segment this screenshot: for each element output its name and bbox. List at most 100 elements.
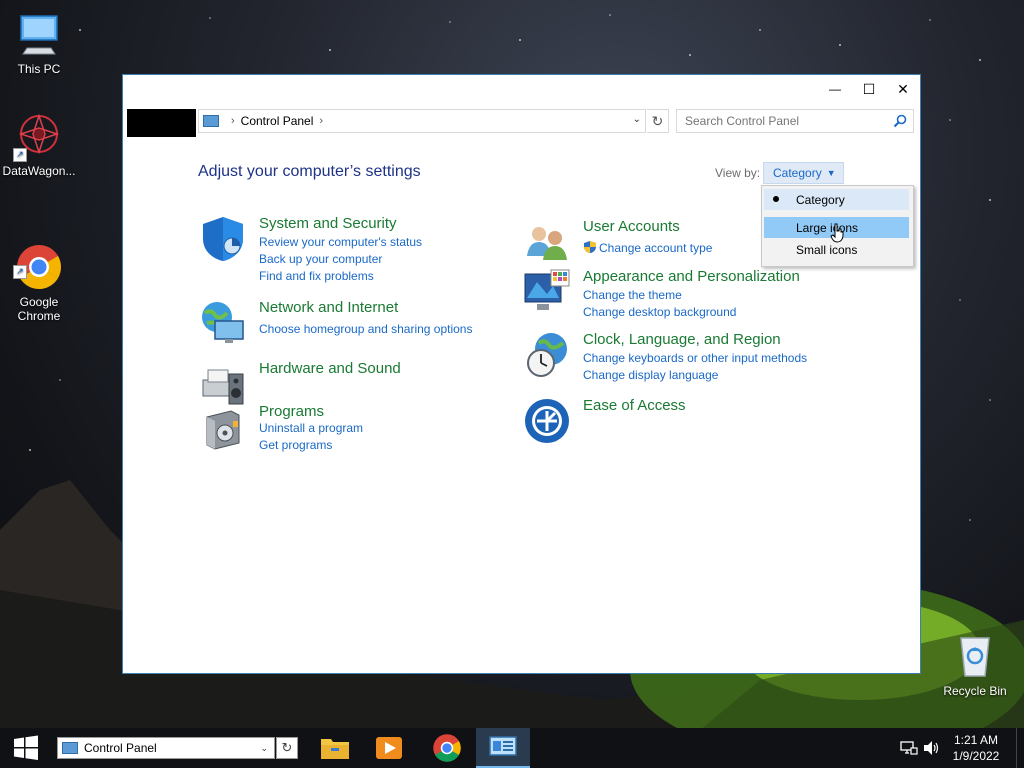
menu-item-category[interactable]: Category xyxy=(764,189,909,210)
taskbar-file-explorer[interactable] xyxy=(308,728,362,768)
category-link[interactable]: Change the theme xyxy=(583,288,682,302)
taskbar-address-toolbar[interactable]: Control Panel ⌄ xyxy=(57,737,275,759)
computer-icon xyxy=(15,10,63,58)
breadcrumb-control-panel[interactable]: Control Panel xyxy=(241,114,314,128)
category-title[interactable]: Appearance and Personalization xyxy=(583,268,800,285)
view-by-label: View by: xyxy=(715,166,761,180)
category-title[interactable]: Programs xyxy=(259,403,324,420)
category-link[interactable]: Uninstall a program xyxy=(259,421,363,435)
network-globe-icon xyxy=(199,299,247,347)
windows-logo-icon xyxy=(14,735,38,760)
taskbar-control-panel[interactable] xyxy=(476,728,530,768)
desktop-icon-datawagon[interactable]: ↗ DataWagon... xyxy=(0,112,78,178)
desktop-icon-label: This PC xyxy=(17,62,61,76)
shield-icon xyxy=(199,215,247,263)
selected-bullet-icon xyxy=(773,196,779,202)
category-programs: Programs Uninstall a program Get program… xyxy=(199,403,519,463)
close-button[interactable]: ✕ xyxy=(886,75,920,103)
search-box[interactable] xyxy=(676,109,914,133)
address-dropdown-icon[interactable]: ⌄ xyxy=(633,114,641,125)
desktop-icon-label: Google Chrome xyxy=(17,295,61,323)
category-link[interactable]: Get programs xyxy=(259,438,332,452)
category-clock-language-region: Clock, Language, and Region Change keybo… xyxy=(523,331,843,391)
chrome-icon: ↗ xyxy=(13,229,63,289)
breadcrumb-separator-icon[interactable]: › xyxy=(231,115,235,127)
category-link[interactable]: Change display language xyxy=(583,368,718,382)
desktop-icon-label: DataWagon... xyxy=(2,164,76,178)
category-ease-of-access: Ease of Access xyxy=(523,397,843,447)
taskbar-chrome[interactable] xyxy=(420,728,474,768)
start-button[interactable] xyxy=(0,728,52,768)
redacted-region xyxy=(127,109,196,137)
chrome-icon xyxy=(433,734,461,762)
category-appearance-and-personalization: Appearance and Personalization Change th… xyxy=(523,268,843,328)
category-link[interactable]: Choose homegroup and sharing options xyxy=(259,322,472,336)
refresh-icon: ↻ xyxy=(651,112,664,129)
shortcut-arrow-icon: ↗ xyxy=(13,265,27,279)
maximize-button[interactable]: ☐ xyxy=(852,75,886,103)
hand-cursor-icon xyxy=(830,223,844,243)
folder-icon xyxy=(321,739,349,759)
desktop-icon-recycle-bin[interactable]: Recycle Bin xyxy=(936,632,1014,698)
show-desktop-button[interactable] xyxy=(1016,728,1024,768)
address-row: › Control Panel › ⌄ ↻ xyxy=(127,109,914,137)
category-link[interactable]: Back up your computer xyxy=(259,252,382,266)
control-panel-icon xyxy=(203,115,219,127)
system-clock[interactable]: 1:21 AM 1/9/2022 xyxy=(944,732,1008,764)
window-controls: — ☐ ✕ xyxy=(818,75,920,103)
network-icon[interactable] xyxy=(900,740,918,759)
category-title[interactable]: Network and Internet xyxy=(259,299,398,316)
category-title[interactable]: User Accounts xyxy=(583,218,680,235)
desktop-icon-google-chrome[interactable]: ↗ Google Chrome xyxy=(0,215,78,337)
category-title[interactable]: Hardware and Sound xyxy=(259,360,401,377)
view-by-dropdown[interactable]: Category ▼ xyxy=(763,162,844,184)
desktop-icon-this-pc[interactable]: This PC xyxy=(0,10,78,76)
taskbar-media-player[interactable] xyxy=(362,728,416,768)
category-title[interactable]: Ease of Access xyxy=(583,397,686,414)
category-system-and-security: System and Security Review your computer… xyxy=(199,215,519,285)
clock-time: 1:21 AM xyxy=(953,733,999,747)
shortcut-arrow-icon: ↗ xyxy=(13,148,27,162)
page-title: Adjust your computer’s settings xyxy=(198,163,421,180)
menu-item-label: Large icons xyxy=(796,220,859,235)
category-title[interactable]: System and Security xyxy=(259,215,397,232)
refresh-icon: ↻ xyxy=(281,740,293,755)
control-panel-icon xyxy=(62,742,78,754)
ease-of-access-icon xyxy=(523,397,571,445)
breadcrumb-separator-icon[interactable]: › xyxy=(319,115,323,127)
desktop-icon-label: Recycle Bin xyxy=(943,684,1007,698)
address-bar[interactable]: › Control Panel › ⌄ xyxy=(198,109,646,133)
recycle-bin-icon xyxy=(951,632,999,680)
datawagon-logo-icon: ↗ xyxy=(13,112,63,162)
chevron-down-icon[interactable]: ⌄ xyxy=(260,743,268,754)
category-link[interactable]: Change account type xyxy=(599,241,712,255)
control-panel-window: — ☐ ✕ › Control Panel › ⌄ ↻ Adjust your … xyxy=(122,74,921,674)
appearance-monitor-icon xyxy=(523,268,571,316)
taskbar-address-text: Control Panel xyxy=(84,741,157,755)
refresh-button[interactable]: ↻ xyxy=(647,109,669,133)
media-player-icon xyxy=(376,737,402,759)
taskbar-refresh-button[interactable]: ↻ xyxy=(276,737,298,759)
control-panel-icon xyxy=(489,736,517,756)
minimize-button[interactable]: — xyxy=(818,75,852,103)
category-link[interactable]: Find and fix problems xyxy=(259,269,374,283)
category-link[interactable]: Change keyboards or other input methods xyxy=(583,351,807,365)
volume-icon[interactable] xyxy=(923,740,941,759)
clock-date: 1/9/2022 xyxy=(952,749,1000,763)
taskbar: Control Panel ⌄ ↻ 1:21 AM 1/9/2022 xyxy=(0,728,1024,768)
clock-globe-icon xyxy=(523,331,571,379)
chevron-down-icon: ▼ xyxy=(826,168,836,178)
programs-box-icon xyxy=(199,403,247,451)
view-by-selected: Category xyxy=(773,166,822,180)
category-network-and-internet: Network and Internet Choose homegroup an… xyxy=(199,299,519,349)
category-title[interactable]: Clock, Language, and Region xyxy=(583,331,781,348)
menu-item-label: Category xyxy=(796,192,845,207)
search-icon[interactable] xyxy=(893,114,907,131)
uac-shield-icon xyxy=(583,240,597,257)
users-icon xyxy=(523,218,571,266)
printer-speaker-icon xyxy=(199,360,247,408)
search-input[interactable] xyxy=(683,113,887,129)
category-link[interactable]: Review your computer's status xyxy=(259,235,422,249)
category-link[interactable]: Change desktop background xyxy=(583,305,736,319)
menu-item-label: Small icons xyxy=(796,242,858,257)
